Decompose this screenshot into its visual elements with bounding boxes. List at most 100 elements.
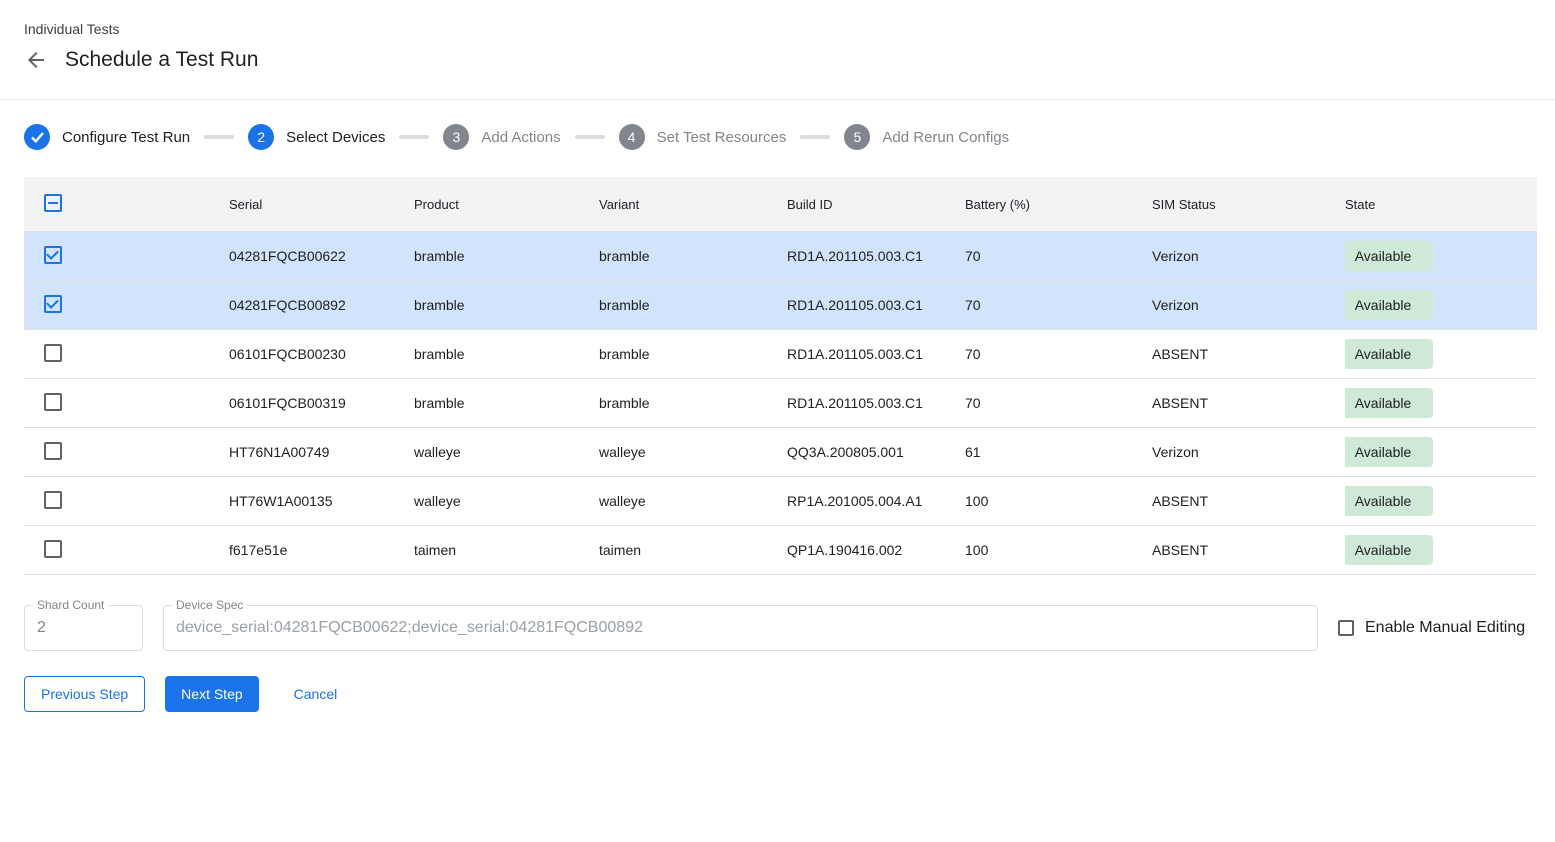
cell-state: Available xyxy=(1345,486,1537,516)
step-3-label: Add Actions xyxy=(481,129,560,146)
table-row[interactable]: 04281FQCB00622 bramble bramble RD1A.2011… xyxy=(24,232,1537,281)
cell-product: bramble xyxy=(414,346,599,362)
table-row[interactable]: 06101FQCB00319 bramble bramble RD1A.2011… xyxy=(24,379,1537,428)
step-3-circle: 3 xyxy=(443,124,469,150)
cell-variant: taimen xyxy=(599,542,787,558)
row-checkbox-unchecked[interactable] xyxy=(44,442,62,460)
cell-battery: 70 xyxy=(965,248,1152,264)
cell-product: walleye xyxy=(414,493,599,509)
enable-manual-editing[interactable]: Enable Manual Editing xyxy=(1338,619,1525,637)
cell-serial: 04281FQCB00622 xyxy=(229,248,414,264)
cell-variant: walleye xyxy=(599,444,787,460)
row-checkbox-unchecked[interactable] xyxy=(44,491,62,509)
next-step-button[interactable]: Next Step xyxy=(165,676,258,712)
step-2-circle: 2 xyxy=(248,124,274,150)
table-row[interactable]: HT76N1A00749 walleye walleye QQ3A.200805… xyxy=(24,428,1537,477)
previous-step-button[interactable]: Previous Step xyxy=(24,676,145,712)
cell-sim-status: Verizon xyxy=(1152,444,1345,460)
row-checkbox-unchecked[interactable] xyxy=(44,540,62,558)
device-spec-field: Device Spec xyxy=(163,605,1318,651)
cell-battery: 70 xyxy=(965,346,1152,362)
column-header-state: State xyxy=(1345,197,1537,212)
back-button[interactable] xyxy=(24,48,48,72)
cell-state: Available xyxy=(1345,339,1537,369)
cell-state: Available xyxy=(1345,290,1537,320)
action-buttons: Previous Step Next Step Cancel xyxy=(24,676,1555,712)
step-1-label: Configure Test Run xyxy=(62,129,190,146)
state-badge: Available xyxy=(1345,290,1433,320)
row-checkbox-checked[interactable] xyxy=(44,246,62,264)
step-connector xyxy=(800,135,830,139)
column-header-product: Product xyxy=(414,197,599,212)
table-row[interactable]: 04281FQCB00892 bramble bramble RD1A.2011… xyxy=(24,281,1537,330)
cell-state: Available xyxy=(1345,388,1537,418)
cell-product: bramble xyxy=(414,395,599,411)
cell-sim-status: ABSENT xyxy=(1152,542,1345,558)
device-spec-input[interactable] xyxy=(164,606,1317,650)
state-badge: Available xyxy=(1345,486,1433,516)
cell-battery: 61 xyxy=(965,444,1152,460)
column-header-battery: Battery (%) xyxy=(965,197,1152,212)
manual-editing-checkbox-unchecked[interactable] xyxy=(1338,620,1354,636)
cell-sim-status: Verizon xyxy=(1152,248,1345,264)
cell-serial: f617e51e xyxy=(229,542,414,558)
cell-variant: walleye xyxy=(599,493,787,509)
header-checkbox-cell xyxy=(24,194,229,215)
step-add-rerun-configs[interactable]: 5 Add Rerun Configs xyxy=(844,124,1009,150)
stepper: Configure Test Run 2 Select Devices 3 Ad… xyxy=(24,124,1555,150)
state-badge: Available xyxy=(1345,339,1433,369)
step-set-test-resources[interactable]: 4 Set Test Resources xyxy=(619,124,787,150)
shard-count-label: Shard Count xyxy=(33,598,108,612)
state-badge: Available xyxy=(1345,535,1433,565)
row-checkbox-unchecked[interactable] xyxy=(44,393,62,411)
table-row[interactable]: HT76W1A00135 walleye walleye RP1A.201005… xyxy=(24,477,1537,526)
state-badge: Available xyxy=(1345,388,1433,418)
row-checkbox-unchecked[interactable] xyxy=(44,344,62,362)
form-row: Shard Count Device Spec Enable Manual Ed… xyxy=(24,605,1531,651)
cell-battery: 100 xyxy=(965,493,1152,509)
cell-battery: 70 xyxy=(965,395,1152,411)
table-row[interactable]: 06101FQCB00230 bramble bramble RD1A.2011… xyxy=(24,330,1537,379)
page-header: Individual Tests Schedule a Test Run xyxy=(0,0,1555,100)
cancel-button[interactable]: Cancel xyxy=(286,676,346,712)
step-connector xyxy=(399,135,429,139)
state-badge: Available xyxy=(1345,241,1433,271)
state-badge: Available xyxy=(1345,437,1433,467)
step-select-devices[interactable]: 2 Select Devices xyxy=(248,124,385,150)
cell-build-id: QP1A.190416.002 xyxy=(787,542,965,558)
cell-variant: bramble xyxy=(599,297,787,313)
shard-count-input[interactable] xyxy=(25,606,142,650)
cell-variant: bramble xyxy=(599,395,787,411)
select-all-checkbox-indeterminate[interactable] xyxy=(44,194,62,212)
cell-build-id: RD1A.201105.003.C1 xyxy=(787,297,965,313)
manual-editing-label: Enable Manual Editing xyxy=(1365,619,1525,637)
row-checkbox-checked[interactable] xyxy=(44,295,62,313)
check-icon xyxy=(31,132,44,143)
step-connector xyxy=(204,135,234,139)
step-5-label: Add Rerun Configs xyxy=(882,129,1009,146)
cell-build-id: QQ3A.200805.001 xyxy=(787,444,965,460)
device-spec-label: Device Spec xyxy=(172,598,247,612)
cell-sim-status: Verizon xyxy=(1152,297,1345,313)
breadcrumb: Individual Tests xyxy=(24,20,1555,38)
cell-build-id: RD1A.201105.003.C1 xyxy=(787,395,965,411)
step-connector xyxy=(575,135,605,139)
step-configure-test-run[interactable]: Configure Test Run xyxy=(24,124,190,150)
column-header-sim-status: SIM Status xyxy=(1152,197,1345,212)
shard-count-field: Shard Count xyxy=(24,605,143,651)
step-4-circle: 4 xyxy=(619,124,645,150)
cell-product: walleye xyxy=(414,444,599,460)
cell-serial: HT76N1A00749 xyxy=(229,444,414,460)
cell-build-id: RP1A.201005.004.A1 xyxy=(787,493,965,509)
step-add-actions[interactable]: 3 Add Actions xyxy=(443,124,560,150)
step-5-circle: 5 xyxy=(844,124,870,150)
cell-variant: bramble xyxy=(599,248,787,264)
cell-build-id: RD1A.201105.003.C1 xyxy=(787,346,965,362)
table-row[interactable]: f617e51e taimen taimen QP1A.190416.002 1… xyxy=(24,526,1537,575)
step-2-label: Select Devices xyxy=(286,129,385,146)
column-header-build-id: Build ID xyxy=(787,197,965,212)
cell-state: Available xyxy=(1345,535,1537,565)
cell-serial: 04281FQCB00892 xyxy=(229,297,414,313)
cell-battery: 70 xyxy=(965,297,1152,313)
cell-serial: 06101FQCB00319 xyxy=(229,395,414,411)
